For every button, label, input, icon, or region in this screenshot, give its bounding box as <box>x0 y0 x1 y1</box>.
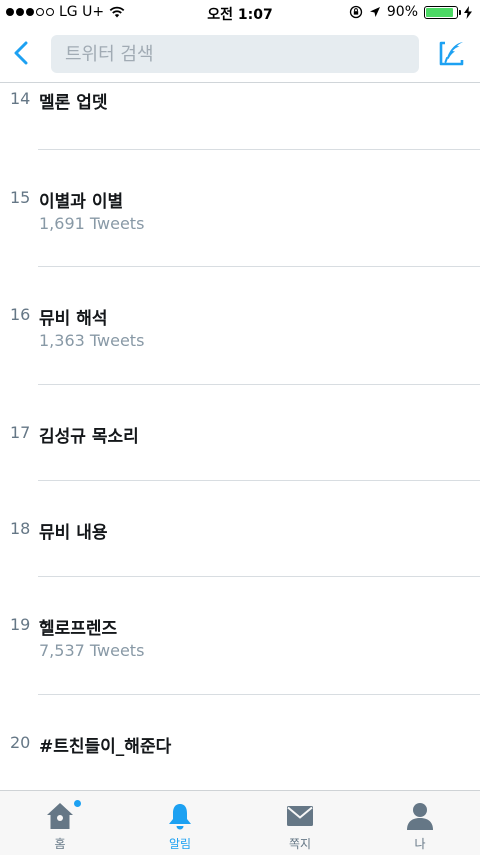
trend-item[interactable]: 17 김성규 목소리 <box>0 385 480 481</box>
trend-term: 뮤비 해석 <box>39 309 108 329</box>
trend-list: 14 멜론 업뎃 15 이별과 이별 1,691 Tweets 16 뮤비 해석… <box>0 83 480 790</box>
battery-icon <box>424 5 461 19</box>
trend-item[interactable]: 18 뮤비 내용 <box>0 481 480 577</box>
orientation-lock-icon <box>349 5 363 19</box>
home-icon <box>47 803 73 829</box>
battery-percentage: 90% <box>386 4 418 20</box>
chevron-left-icon <box>14 41 28 65</box>
person-icon <box>407 803 433 830</box>
tab-bar: 홈 알림 쪽지 나 <box>0 790 480 855</box>
bell-icon <box>169 804 191 830</box>
trend-rank: 17 <box>10 423 31 442</box>
trend-tweet-count: 7,537 Tweets <box>39 641 145 660</box>
back-button[interactable] <box>6 37 36 69</box>
notification-dot <box>74 800 81 807</box>
tab-label: 나 <box>414 837 426 851</box>
tab-messages[interactable]: 쪽지 <box>240 791 360 855</box>
status-right: 90% <box>349 4 472 20</box>
search-header <box>0 26 480 83</box>
search-field[interactable] <box>51 35 419 73</box>
trend-item[interactable]: 16 뮤비 해석 1,363 Tweets <box>0 267 480 385</box>
trend-term: 멜론 업뎃 <box>39 93 108 113</box>
tab-notifications[interactable]: 알림 <box>120 791 240 855</box>
tab-label: 홈 <box>54 837 66 851</box>
trend-item[interactable]: 15 이별과 이별 1,691 Tweets <box>0 150 480 267</box>
trend-tweet-count: 1,691 Tweets <box>39 214 145 233</box>
tab-me[interactable]: 나 <box>360 791 480 855</box>
trend-tweet-count: 1,363 Tweets <box>39 331 145 350</box>
trend-rank: 16 <box>10 305 31 324</box>
trend-rank: 18 <box>10 519 31 538</box>
search-input[interactable] <box>63 42 407 66</box>
trend-item[interactable]: 20 #트친들이_해준다 <box>0 695 480 790</box>
tab-label: 쪽지 <box>288 837 312 851</box>
charging-bolt-icon <box>464 5 472 19</box>
trend-rank: 15 <box>10 188 31 207</box>
tab-label: 알림 <box>168 837 192 851</box>
trend-item[interactable]: 19 헬로프렌즈 7,537 Tweets <box>0 577 480 695</box>
trend-term: 헬로프렌즈 <box>39 619 118 639</box>
compose-button[interactable] <box>436 39 466 69</box>
trend-term: 김성규 목소리 <box>39 427 139 447</box>
location-arrow-icon <box>369 7 380 17</box>
trend-term: #트친들이_해준다 <box>39 737 172 757</box>
tab-home[interactable]: 홈 <box>0 791 120 855</box>
trend-item[interactable]: 14 멜론 업뎃 <box>0 83 480 150</box>
status-bar: LG U+ 오전 1:07 90% <box>0 0 480 26</box>
trend-rank: 20 <box>10 733 31 752</box>
trend-term: 뮤비 내용 <box>39 523 108 543</box>
trend-rank: 19 <box>10 615 31 634</box>
trend-rank: 14 <box>10 89 31 108</box>
trend-term: 이별과 이별 <box>39 192 124 212</box>
compose-quill-icon <box>439 41 464 66</box>
envelope-icon <box>287 806 313 826</box>
